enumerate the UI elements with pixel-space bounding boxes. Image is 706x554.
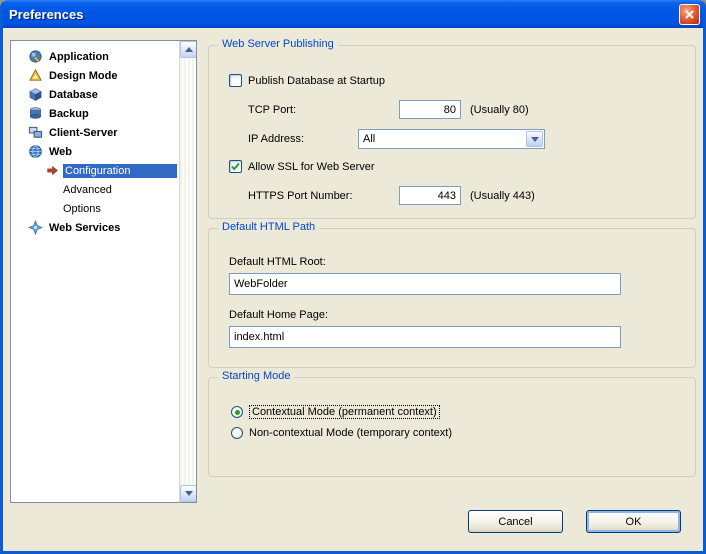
ip-address-label: IP Address: <box>248 133 304 145</box>
https-port-input[interactable] <box>399 186 461 205</box>
red-arrow-icon <box>44 163 60 179</box>
publish-at-startup-label: Publish Database at Startup <box>248 75 385 87</box>
web-services-icon <box>27 220 43 236</box>
sidebar-item-application[interactable]: Application <box>11 47 177 66</box>
ip-address-value: All <box>359 133 544 145</box>
sidebar-item-advanced[interactable]: Advanced <box>11 180 177 199</box>
group-title: Web Server Publishing <box>218 38 338 50</box>
dropdown-arrow-button[interactable] <box>526 131 543 147</box>
sidebar-item-design-mode[interactable]: Design Mode <box>11 66 177 85</box>
design-mode-icon <box>27 68 43 84</box>
html-root-input[interactable] <box>229 273 621 295</box>
sidebar-item-options[interactable]: Options <box>11 199 177 218</box>
arrow-down-icon <box>185 491 193 496</box>
https-port-label: HTTPS Port Number: <box>248 190 353 202</box>
group-web-server-publishing: Web Server Publishing Publish Database a… <box>208 45 696 219</box>
allow-ssl-checkbox[interactable]: Allow SSL for Web Server <box>229 160 375 173</box>
radio-selected-icon[interactable] <box>231 406 243 418</box>
group-default-html-path: Default HTML Path Default HTML Root: Def… <box>208 228 696 368</box>
window-title: Preferences <box>0 7 83 22</box>
client-server-icon <box>27 125 43 141</box>
group-title: Default HTML Path <box>218 221 319 233</box>
group-title: Starting Mode <box>218 370 294 382</box>
close-icon <box>684 9 695 20</box>
group-starting-mode: Starting Mode Contextual Mode (permanent… <box>208 377 696 477</box>
arrow-up-icon <box>185 47 193 52</box>
close-button[interactable] <box>679 4 700 25</box>
tcp-port-hint: (Usually 80) <box>470 104 529 116</box>
home-page-input[interactable] <box>229 326 621 348</box>
tcp-port-input[interactable] <box>399 100 461 119</box>
category-tree: Application Design Mode Database <box>10 40 197 503</box>
chevron-down-icon <box>531 137 539 142</box>
sidebar-item-configuration[interactable]: Configuration <box>11 161 177 180</box>
cancel-button[interactable]: Cancel <box>468 510 563 533</box>
allow-ssl-label: Allow SSL for Web Server <box>248 161 375 173</box>
scroll-up-button[interactable] <box>180 41 197 58</box>
non-contextual-mode-label: Non-contextual Mode (temporary context) <box>249 427 452 439</box>
web-globe-icon <box>27 144 43 160</box>
sidebar-item-backup[interactable]: Backup <box>11 104 177 123</box>
database-icon <box>27 87 43 103</box>
application-icon <box>27 49 43 65</box>
ip-address-dropdown[interactable]: All <box>358 129 545 149</box>
ok-button[interactable]: OK <box>586 510 681 533</box>
checkbox-checked-icon[interactable] <box>229 160 242 173</box>
backup-icon <box>27 106 43 122</box>
tcp-port-label: TCP Port: <box>248 104 296 116</box>
non-contextual-mode-radio[interactable]: Non-contextual Mode (temporary context) <box>231 427 452 439</box>
preferences-window: Preferences Application <box>0 0 706 554</box>
contextual-mode-label: Contextual Mode (permanent context) <box>249 405 440 419</box>
publish-at-startup-checkbox[interactable]: Publish Database at Startup <box>229 74 385 87</box>
tree-scrollbar[interactable] <box>179 41 196 502</box>
contextual-mode-radio[interactable]: Contextual Mode (permanent context) <box>231 405 440 419</box>
radio-unselected-icon[interactable] <box>231 427 243 439</box>
https-port-hint: (Usually 443) <box>470 190 535 202</box>
checkbox-unchecked-icon[interactable] <box>229 74 242 87</box>
sidebar-item-web[interactable]: Web <box>11 142 177 161</box>
home-page-label: Default Home Page: <box>229 309 328 321</box>
sidebar-item-web-services[interactable]: Web Services <box>11 218 177 237</box>
sidebar-item-database[interactable]: Database <box>11 85 177 104</box>
title-bar[interactable]: Preferences <box>0 0 706 28</box>
html-root-label: Default HTML Root: <box>229 256 326 268</box>
sidebar-item-client-server[interactable]: Client-Server <box>11 123 177 142</box>
scroll-down-button[interactable] <box>180 485 197 502</box>
